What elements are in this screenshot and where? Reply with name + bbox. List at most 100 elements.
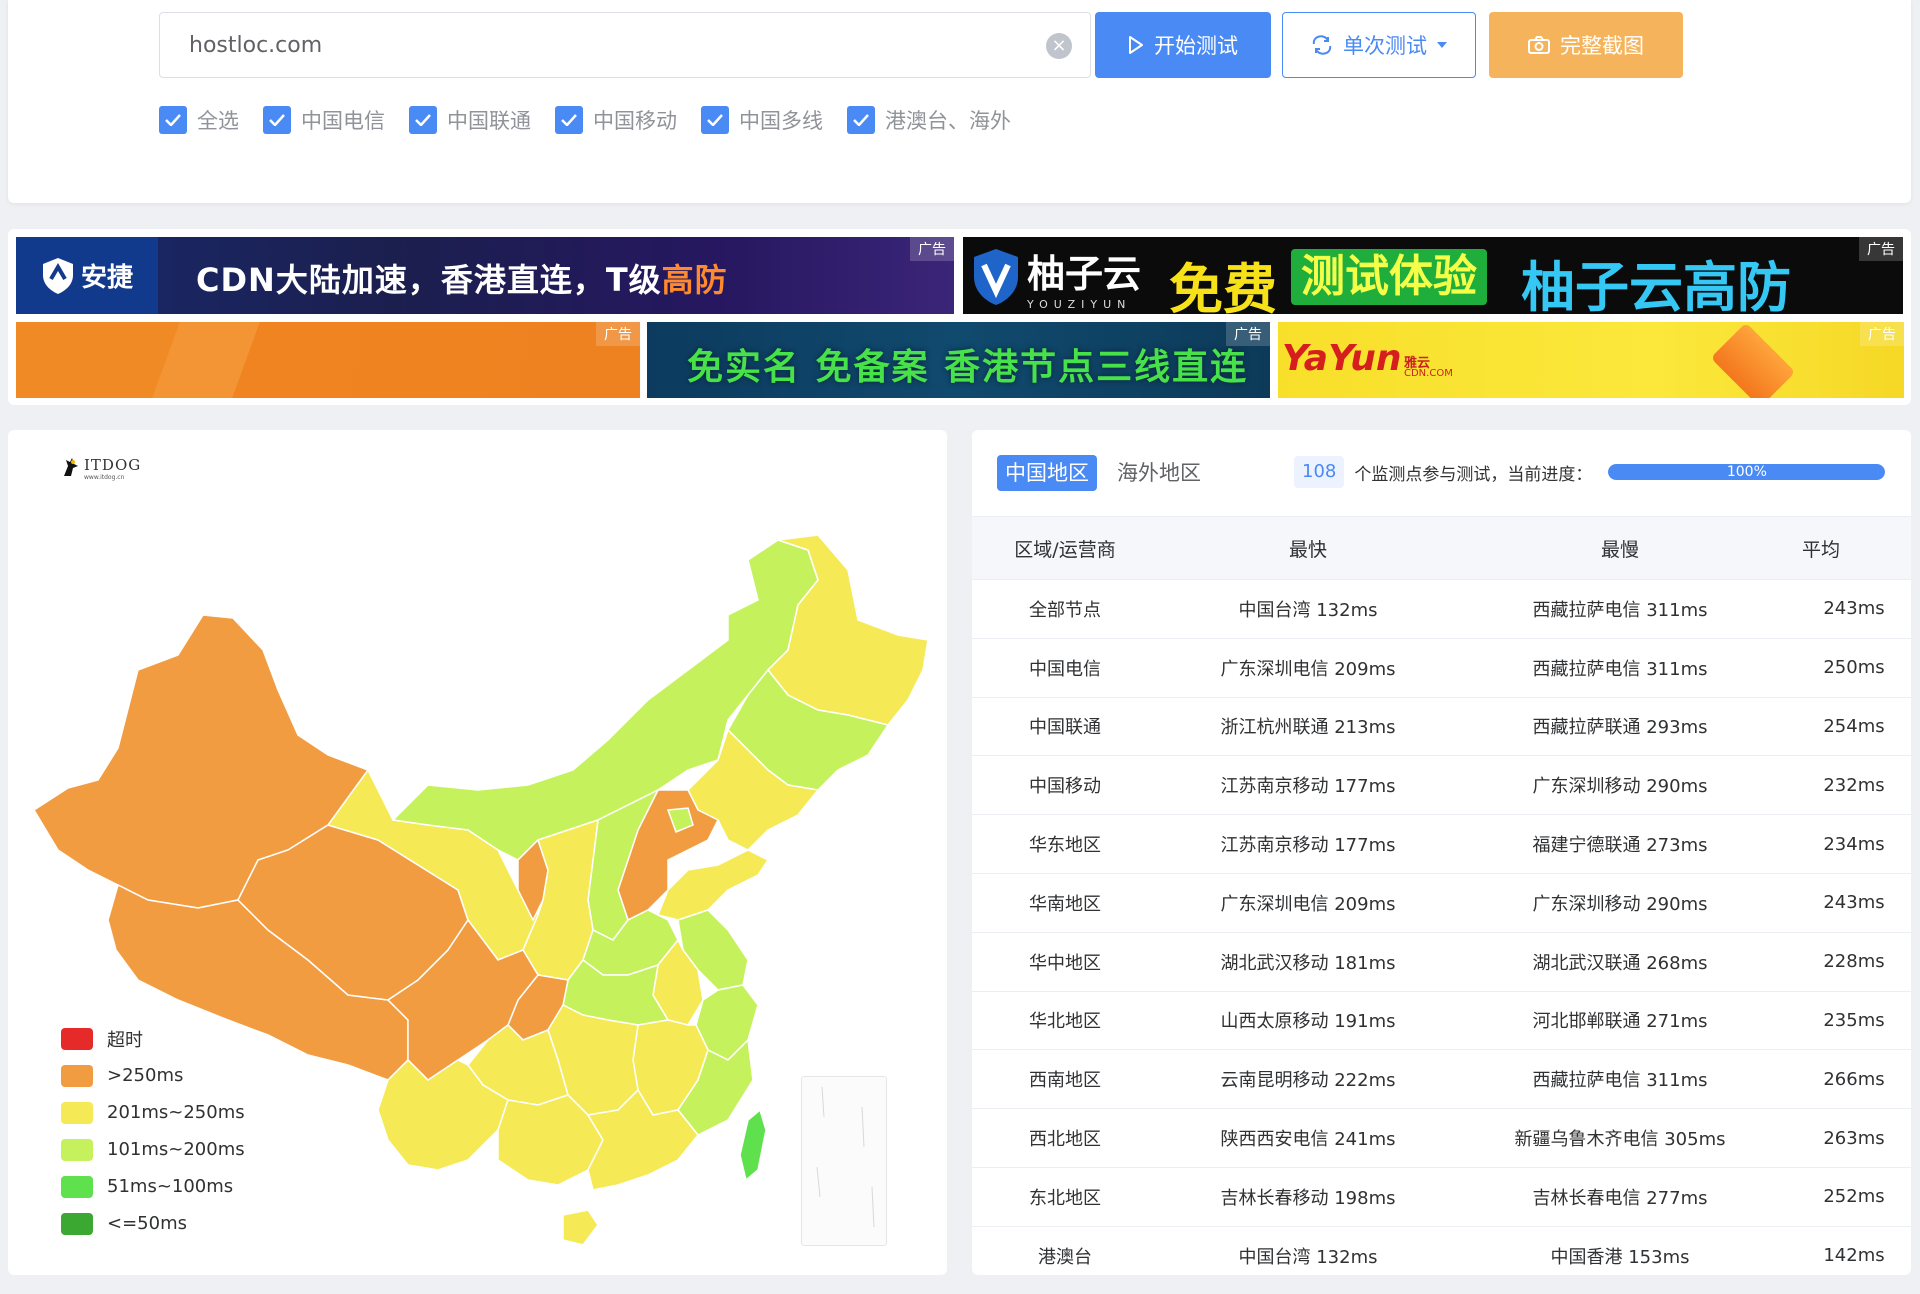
header-average: 平均	[1782, 516, 1911, 580]
cell-slowest: 西藏拉萨电信 311ms	[1458, 579, 1782, 639]
yayun-logo: YaYun	[1282, 338, 1402, 379]
camera-icon	[1528, 36, 1550, 54]
ad-banner-orange[interactable]: 广告	[16, 322, 640, 398]
cell-average: 228ms	[1782, 932, 1911, 992]
cell-region: 中国移动	[972, 755, 1158, 816]
cell-slowest: 新疆乌鲁木齐电信 305ms	[1458, 1108, 1782, 1168]
filter-label: 中国联通	[447, 109, 531, 133]
cell-average: 235ms	[1782, 991, 1911, 1051]
cell-slowest: 西藏拉萨联通 293ms	[1458, 697, 1782, 757]
region-taiwan[interactable]	[739, 1108, 767, 1182]
results-table: 区域/运营商 最快 最慢 平均 全部节点 中国台湾 132ms 西藏拉萨电信 311…	[972, 516, 1911, 1275]
table-row: 中国联通 浙江杭州联通 213ms 西藏拉萨联通 293ms 254ms	[972, 697, 1911, 757]
cell-region: 西南地区	[972, 1049, 1158, 1110]
filter-mobile[interactable]: 中国移动	[555, 104, 677, 136]
legend-item: 超时	[61, 1020, 245, 1057]
table-row: 华南地区 广东深圳电信 209ms 广东深圳移动 290ms 243ms	[972, 873, 1911, 933]
checkbox-checked-icon[interactable]	[263, 106, 291, 134]
ad-banner-yayun[interactable]: YaYun 雅云 CDN.COM 广告	[1278, 322, 1904, 398]
tab-overseas[interactable]: 海外地区	[1109, 455, 1209, 491]
node-count-badge: 108	[1294, 456, 1345, 488]
filter-unicom[interactable]: 中国联通	[409, 104, 531, 136]
cell-fastest: 江苏南京移动 177ms	[1158, 755, 1458, 816]
search-panel: × 开始测试 单次测试 完整截图 全选 中国电信 中国联通 中国移动 中国多线 …	[8, 0, 1911, 203]
cell-region: 华东地区	[972, 814, 1158, 874]
screenshot-label: 完整截图	[1560, 34, 1644, 58]
legend-swatch	[61, 1175, 93, 1198]
legend-item: >250ms	[61, 1057, 245, 1094]
search-box: ×	[159, 12, 1091, 78]
cell-fastest: 吉林长春移动 198ms	[1158, 1167, 1458, 1227]
cell-slowest: 中国香港 153ms	[1458, 1226, 1782, 1275]
cell-slowest: 广东深圳移动 290ms	[1458, 873, 1782, 933]
cell-region: 全部节点	[972, 579, 1158, 639]
checkbox-checked-icon[interactable]	[555, 106, 583, 134]
cell-fastest: 江苏南京移动 177ms	[1158, 814, 1458, 874]
anjie-logo: 安捷	[16, 237, 158, 314]
table-row: 东北地区 吉林长春移动 198ms 吉林长春电信 277ms 252ms	[972, 1167, 1911, 1227]
south-china-sea-inset	[801, 1076, 887, 1246]
table-row: 中国电信 广东深圳电信 209ms 西藏拉萨电信 311ms 250ms	[972, 638, 1911, 698]
region-tabs: 中国地区 海外地区	[997, 455, 1221, 491]
filter-overseas[interactable]: 港澳台、海外	[847, 104, 1011, 136]
play-icon	[1129, 36, 1143, 54]
cell-region: 华北地区	[972, 991, 1158, 1051]
legend-label: >250ms	[107, 1065, 184, 1086]
legend-swatch	[61, 1064, 93, 1087]
region-hainan[interactable]	[562, 1209, 599, 1246]
ad-tag: 广告	[910, 237, 954, 261]
progress-row: 108 个监测点参与测试，当前进度： 100%	[1294, 456, 1886, 488]
search-input[interactable]	[160, 13, 1020, 77]
filter-label: 全选	[197, 109, 239, 133]
filter-telecom[interactable]: 中国电信	[263, 104, 385, 136]
header-region: 区域/运营商	[972, 516, 1158, 580]
yayun-domain: CDN.COM	[1404, 368, 1453, 379]
progress-fill: 100%	[1608, 464, 1886, 480]
checkbox-checked-icon[interactable]	[701, 106, 729, 134]
single-test-button[interactable]: 单次测试	[1282, 12, 1476, 78]
table-row: 港澳台 中国台湾 132ms 中国香港 153ms 142ms	[972, 1226, 1911, 1275]
filter-multiline[interactable]: 中国多线	[701, 104, 823, 136]
cell-slowest: 河北邯郸联通 271ms	[1458, 991, 1782, 1051]
legend-item: 101ms~200ms	[61, 1131, 245, 1168]
cell-average: 266ms	[1782, 1049, 1911, 1110]
checkbox-checked-icon[interactable]	[159, 106, 187, 134]
legend-swatch	[61, 1027, 93, 1050]
legend-item: <=50ms	[61, 1205, 245, 1242]
legend-item: 51ms~100ms	[61, 1168, 245, 1205]
cell-fastest: 浙江杭州联通 213ms	[1158, 697, 1458, 757]
filter-label: 中国移动	[593, 109, 677, 133]
ad-banner-youziyun[interactable]: 柚子云YOUZIYUN 免费 测试体验 柚子云高防CDN 广告	[963, 237, 1903, 314]
cell-average: 142ms	[1782, 1226, 1911, 1275]
region-shandong[interactable]	[656, 849, 770, 921]
checkbox-checked-icon[interactable]	[847, 106, 875, 134]
cell-region: 华中地区	[972, 932, 1158, 992]
itdog-logo: ITDOG www.itdog.cn	[60, 456, 141, 481]
table-row: 中国移动 江苏南京移动 177ms 广东深圳移动 290ms 232ms	[972, 755, 1911, 816]
cell-region: 港澳台	[972, 1226, 1158, 1275]
cell-fastest: 中国台湾 132ms	[1158, 579, 1458, 639]
ad-banner-anjie[interactable]: 安捷 CDN大陆加速，香港直连，T级高防 广告	[16, 237, 954, 314]
legend-label: 51ms~100ms	[107, 1176, 234, 1197]
cell-region: 中国联通	[972, 697, 1158, 757]
latency-map-panel: ITDOG www.itdog.cn 超时 >250ms 201ms~250ms…	[8, 430, 947, 1275]
table-header-row: 区域/运营商 最快 最慢 平均	[972, 516, 1911, 580]
checkbox-checked-icon[interactable]	[409, 106, 437, 134]
start-test-button[interactable]: 开始测试	[1095, 12, 1271, 78]
screenshot-button[interactable]: 完整截图	[1489, 12, 1683, 78]
tab-china[interactable]: 中国地区	[997, 455, 1097, 491]
start-test-label: 开始测试	[1154, 34, 1238, 58]
filter-select-all[interactable]: 全选	[159, 104, 239, 136]
single-test-label: 单次测试	[1343, 34, 1427, 58]
cell-average: 250ms	[1782, 638, 1911, 698]
ad-tag: 广告	[1860, 322, 1904, 346]
node-count-text: 个监测点参与测试，当前进度：	[1354, 464, 1593, 485]
table-row: 华中地区 湖北武汉移动 181ms 湖北武汉联通 268ms 228ms	[972, 932, 1911, 992]
cell-average: 252ms	[1782, 1167, 1911, 1227]
legend-item: 201ms~250ms	[61, 1094, 245, 1131]
header-fastest: 最快	[1158, 516, 1458, 580]
cell-slowest: 西藏拉萨电信 311ms	[1458, 638, 1782, 698]
cell-region: 西北地区	[972, 1108, 1158, 1168]
ad-banner-hk-node[interactable]: 免实名 免备案 香港节点三线直连 广告	[647, 322, 1270, 398]
clear-icon[interactable]: ×	[1046, 33, 1072, 59]
